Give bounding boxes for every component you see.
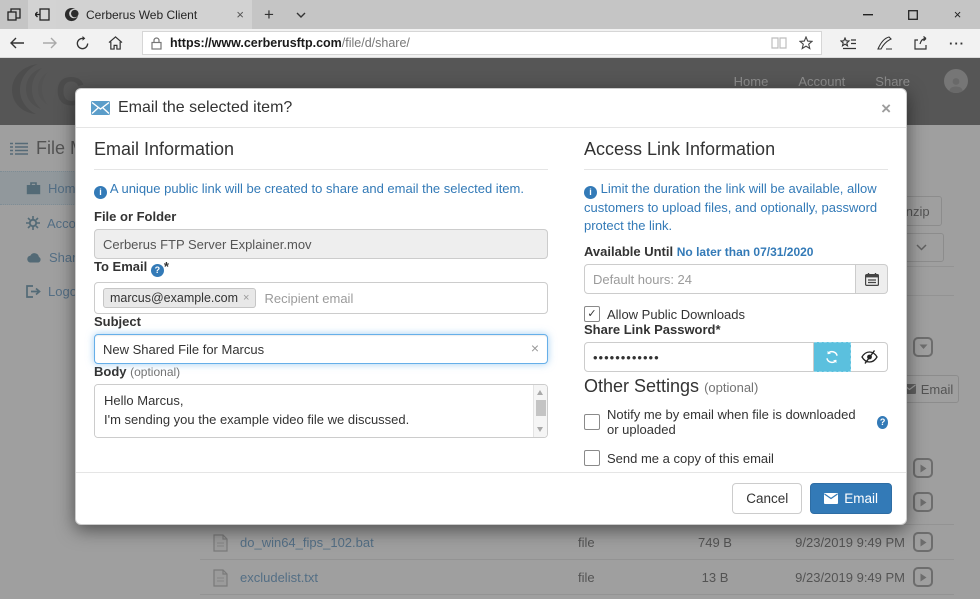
eye-slash-icon [861, 350, 878, 364]
send-email-button[interactable]: Email [810, 483, 892, 514]
notify-row: Notify me by email when file is download… [584, 407, 888, 437]
close-icon[interactable]: × [881, 100, 891, 117]
window-minimize-button[interactable] [845, 0, 890, 29]
file-or-folder-label: File or Folder [94, 209, 548, 224]
set-tabs-aside-icon[interactable] [28, 0, 56, 29]
allow-downloads-row: ✓ Allow Public Downloads [584, 306, 888, 322]
info-icon: i [584, 186, 597, 199]
to-email-field[interactable]: marcus@example.com × Recipient email [94, 282, 548, 314]
email-chip: marcus@example.com × [103, 288, 256, 308]
envelope-icon [824, 493, 838, 504]
reading-view-icon[interactable] [771, 37, 787, 49]
subject-label: Subject [94, 314, 548, 329]
favorite-star-icon[interactable] [799, 36, 813, 50]
email-share-dialog: Email the selected item? × Email Informa… [75, 88, 907, 525]
send-copy-checkbox[interactable] [584, 450, 600, 466]
scroll-down-icon[interactable] [537, 427, 543, 432]
share-icon[interactable] [913, 36, 929, 50]
browser-tab-bar: Cerberus Web Client × + × [0, 0, 980, 29]
chip-remove-icon[interactable]: × [243, 292, 249, 304]
available-until-note: No later than 07/31/2020 [677, 245, 814, 259]
window-close-button[interactable]: × [935, 0, 980, 29]
favorites-hub-icon[interactable] [840, 37, 857, 50]
refresh-icon [825, 350, 839, 364]
body-field-wrap: Hello Marcus, I'm sending you the exampl… [94, 384, 548, 438]
tab-title: Cerberus Web Client [86, 8, 229, 22]
access-info-note: i Limit the duration the link will be av… [584, 180, 888, 234]
tab-favicon-icon [64, 7, 79, 22]
scrollbar[interactable] [533, 385, 547, 437]
cancel-button[interactable]: Cancel [732, 483, 802, 514]
calendar-icon [865, 273, 879, 286]
tab-preview-icon[interactable] [0, 0, 28, 29]
calendar-button[interactable] [856, 264, 888, 294]
access-link-heading: Access Link Information [584, 139, 888, 170]
body-field[interactable]: Hello Marcus, I'm sending you the exampl… [95, 385, 547, 437]
dialog-footer: Cancel Email [76, 472, 906, 524]
refresh-icon[interactable] [66, 36, 99, 51]
to-email-placeholder: Recipient email [264, 291, 353, 306]
forward-icon[interactable] [33, 37, 66, 49]
share-link-password-label: Share Link Password* [584, 322, 888, 337]
back-icon[interactable] [0, 37, 33, 49]
scroll-thumb[interactable] [536, 400, 546, 416]
available-until-field[interactable] [584, 264, 856, 294]
email-information-heading: Email Information [94, 139, 548, 170]
subject-field[interactable] [94, 334, 548, 364]
notify-checkbox[interactable] [584, 414, 600, 430]
dialog-title: Email the selected item? [118, 99, 292, 117]
available-until-label: Available Until No later than 07/31/2020 [584, 244, 888, 259]
file-or-folder-field [94, 229, 548, 259]
to-email-label: To Email ?* [94, 259, 548, 277]
email-info-note: i A unique public link will be created t… [94, 180, 548, 199]
other-settings-heading: Other Settings (optional) [584, 376, 888, 397]
help-icon[interactable]: ? [151, 264, 164, 277]
show-password-button[interactable] [851, 342, 888, 372]
envelope-icon [91, 101, 110, 115]
send-copy-label: Send me a copy of this email [607, 451, 774, 466]
browser-address-bar: https://www.cerberusftp.com/file/d/share… [0, 29, 980, 58]
notify-label: Notify me by email when file is download… [607, 407, 870, 437]
new-tab-button[interactable]: + [252, 0, 286, 29]
home-icon[interactable] [99, 36, 132, 50]
annotate-pen-icon[interactable] [877, 36, 893, 50]
info-icon: i [94, 186, 107, 199]
body-label: Body (optional) [94, 364, 548, 379]
clear-icon[interactable]: × [531, 341, 539, 355]
send-copy-row: Send me a copy of this email [584, 450, 888, 466]
lock-icon [151, 37, 162, 50]
allow-downloads-label: Allow Public Downloads [607, 307, 745, 322]
scroll-up-icon[interactable] [537, 390, 543, 395]
regenerate-password-button[interactable] [814, 342, 851, 372]
allow-downloads-checkbox[interactable]: ✓ [584, 306, 600, 322]
window-maximize-button[interactable] [890, 0, 935, 29]
tab-list-chevron-icon[interactable] [286, 0, 316, 29]
browser-menu-icon[interactable]: ··· [949, 36, 965, 51]
dialog-header: Email the selected item? × [76, 89, 906, 128]
tab-close-icon[interactable]: × [236, 8, 244, 21]
browser-tab[interactable]: Cerberus Web Client × [56, 0, 252, 29]
url-field[interactable]: https://www.cerberusftp.com/file/d/share… [142, 31, 822, 55]
url-text: https://www.cerberusftp.com/file/d/share… [170, 36, 771, 50]
share-link-password-field[interactable] [584, 342, 814, 372]
help-icon[interactable]: ? [877, 416, 888, 429]
